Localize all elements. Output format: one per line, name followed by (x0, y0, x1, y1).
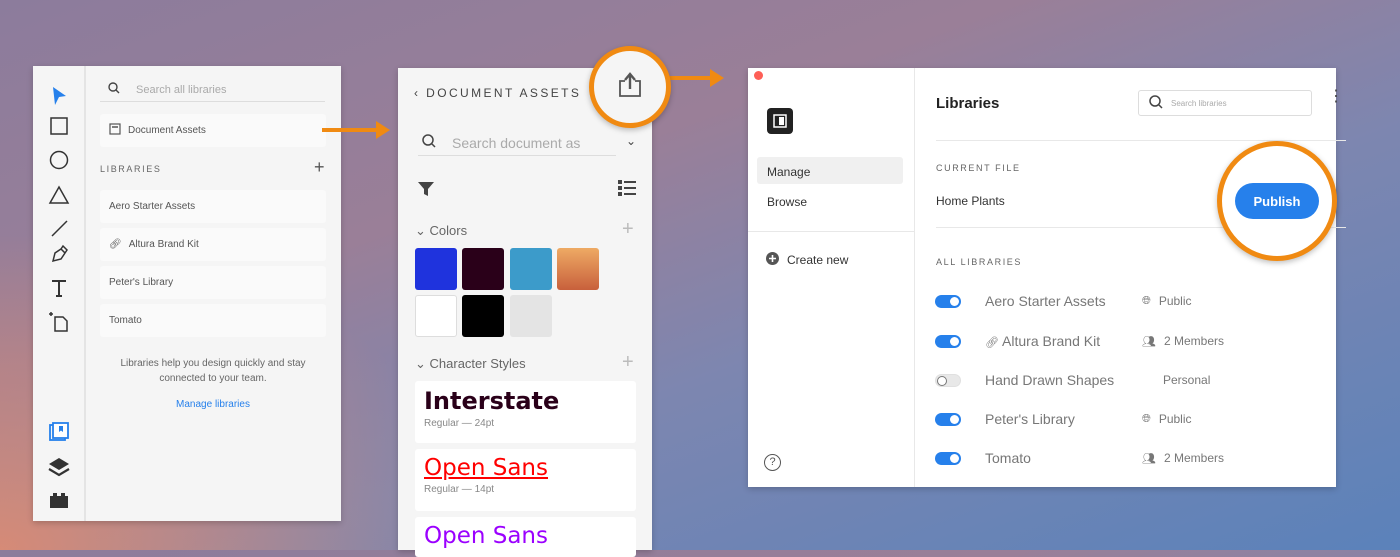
current-file-label: CURRENT FILE (936, 163, 1021, 173)
plugins-icon[interactable] (47, 488, 71, 512)
chevron-left-icon: ‹ (414, 86, 427, 100)
line-tool-icon[interactable] (47, 216, 71, 240)
library-row: Tomato 👥︎ 2 Members (935, 448, 1315, 468)
color-swatch[interactable] (557, 248, 599, 290)
character-style-item[interactable]: Interstate Regular — 24pt (415, 381, 636, 443)
link-icon: 🔗︎ (109, 239, 122, 250)
chevron-down-icon: ⌄ (415, 356, 430, 371)
help-text: Libraries help you design quickly and st… (120, 358, 306, 384)
members-icon: 👥︎ (1142, 335, 1156, 348)
help-icon[interactable]: ? (764, 454, 781, 471)
character-style-item[interactable]: Open Sans Regular — 14pt (415, 449, 636, 511)
search-icon (1149, 95, 1163, 111)
page-title: Libraries (936, 95, 1000, 112)
manage-libraries-link[interactable]: Manage libraries (103, 399, 323, 410)
color-swatch[interactable] (462, 295, 504, 337)
document-assets-panel: ‹ DOCUMENT ASSETS Search document as ⌄ ⌄… (398, 68, 652, 557)
library-row: Hand Drawn Shapes Personal (935, 370, 1315, 390)
document-icon (109, 123, 121, 138)
library-toggle[interactable] (935, 451, 961, 465)
current-file-name: Home Plants (936, 194, 1005, 208)
all-libraries-label: ALL LIBRARIES (936, 257, 1022, 267)
libraries-dialog: Manage Browse Create new ? Libraries Sea… (748, 68, 1346, 487)
color-swatch[interactable] (510, 295, 552, 337)
chevron-down-icon[interactable]: ⌄ (626, 134, 636, 148)
rectangle-tool-icon[interactable] (47, 114, 71, 138)
add-library-button[interactable]: + (314, 157, 325, 178)
search-icon (108, 82, 120, 97)
sidebar: Manage Browse Create new ? (748, 68, 915, 487)
library-toggle[interactable] (935, 334, 961, 348)
layers-icon[interactable] (47, 455, 71, 479)
arrow-icon (668, 69, 724, 87)
artboard-tool-icon[interactable] (47, 310, 71, 334)
libraries-panel: Search all libraries Document Assets LIB… (33, 66, 341, 521)
globe-icon: 🌐︎ (1142, 412, 1151, 425)
search-all-libraries-input[interactable]: Search all libraries (100, 78, 325, 102)
colors-section-toggle[interactable]: ⌄ Colors (415, 223, 467, 239)
library-item[interactable]: 🔗︎ Altura Brand Kit (100, 228, 326, 261)
pen-tool-icon[interactable] (47, 242, 71, 266)
nav-manage[interactable]: Manage (757, 157, 903, 184)
chevron-down-icon: ⌄ (415, 223, 430, 238)
search-icon (422, 134, 436, 151)
color-swatch[interactable] (415, 295, 457, 337)
link-icon: 🔗︎ (985, 337, 1003, 349)
library-row: Peter's Library 🌐︎ Public (935, 409, 1315, 429)
filter-icon[interactable] (418, 181, 434, 202)
add-color-button[interactable]: + (622, 218, 634, 241)
library-toggle[interactable] (935, 294, 961, 308)
library-toggle[interactable] (935, 412, 961, 426)
polygon-tool-icon[interactable] (47, 183, 71, 207)
library-item[interactable]: Aero Starter Assets (100, 190, 326, 223)
text-tool-icon[interactable] (47, 276, 71, 300)
color-swatch[interactable] (462, 248, 504, 290)
arrow-icon (322, 121, 390, 139)
globe-icon: 🌐︎ (1142, 294, 1151, 307)
share-icon (617, 71, 643, 103)
publish-button[interactable]: Publish (1235, 183, 1319, 219)
add-character-style-button[interactable]: + (622, 351, 634, 374)
library-item[interactable]: Tomato (100, 304, 326, 337)
libraries-icon[interactable] (47, 421, 71, 445)
character-style-item[interactable]: Open Sans (415, 517, 636, 557)
library-toggle[interactable] (935, 373, 961, 387)
select-tool-icon[interactable] (47, 84, 71, 108)
color-swatch[interactable] (415, 248, 457, 290)
more-options-icon[interactable]: ⋮ (1328, 89, 1344, 105)
libraries-label: LIBRARIES (100, 164, 162, 174)
back-button[interactable]: ‹ DOCUMENT ASSETS (414, 86, 581, 100)
create-new-button[interactable]: Create new (766, 252, 848, 268)
ellipse-tool-icon[interactable] (47, 148, 71, 172)
toolbar (33, 66, 86, 521)
library-row: 🔗︎ Altura Brand Kit 👥︎ 2 Members (935, 331, 1315, 351)
list-view-icon[interactable] (618, 179, 636, 202)
library-row: Aero Starter Assets 🌐︎ Public (935, 291, 1315, 311)
divider (748, 231, 915, 232)
publish-highlight: Publish (1217, 141, 1337, 261)
search-libraries-input[interactable]: Search libraries (1138, 90, 1312, 116)
character-styles-section-toggle[interactable]: ⌄ Character Styles (415, 356, 526, 372)
members-icon: 👥︎ (1142, 452, 1156, 465)
document-assets-item[interactable]: Document Assets (100, 114, 326, 147)
library-item[interactable]: Peter's Library (100, 266, 326, 299)
color-swatch[interactable] (510, 248, 552, 290)
search-document-assets-input[interactable]: Search document as (418, 130, 616, 156)
nav-browse[interactable]: Browse (767, 195, 807, 209)
share-button[interactable] (589, 46, 671, 128)
libraries-app-icon (767, 108, 793, 134)
plus-circle-icon (766, 252, 779, 268)
